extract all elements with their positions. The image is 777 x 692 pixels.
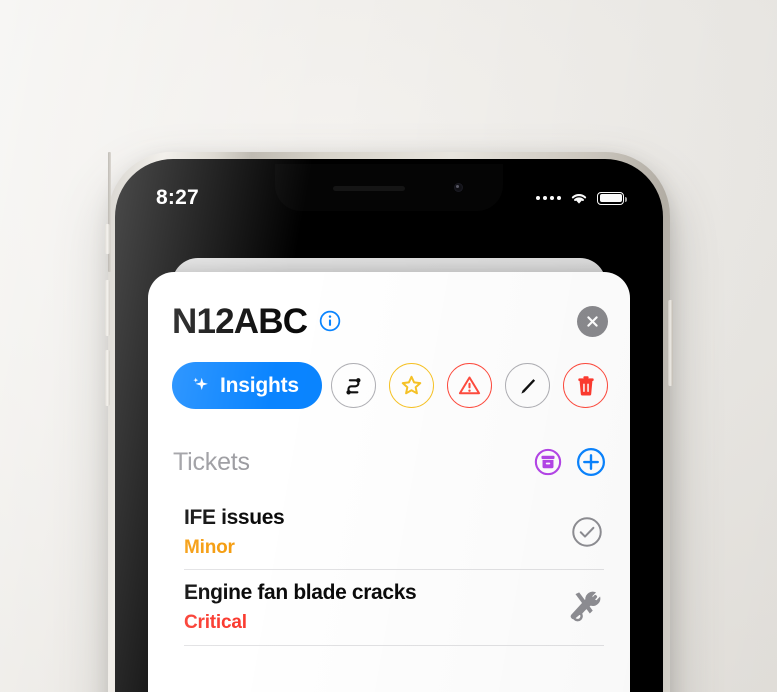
power-button[interactable] xyxy=(668,300,673,386)
close-icon xyxy=(587,315,598,327)
ticket-title: Engine fan blade cracks xyxy=(184,581,417,605)
alert-button[interactable] xyxy=(447,363,492,408)
status-badge: Minor xyxy=(184,536,235,558)
check-circle-icon xyxy=(572,517,602,547)
scene: 8:27 N12ABC Insights Tickets IFE issues … xyxy=(0,0,777,692)
tickets-section-header: Tickets xyxy=(148,409,630,477)
frame-seam xyxy=(108,152,111,272)
route-button[interactable] xyxy=(331,363,376,408)
pencil-icon xyxy=(520,378,535,394)
tools-icon xyxy=(570,591,600,622)
star-icon xyxy=(401,375,422,395)
trash-icon xyxy=(577,375,594,396)
quick-actions xyxy=(331,363,608,408)
table-row[interactable]: Engine fan blade cracks Critical xyxy=(148,570,630,644)
warning-triangle-icon xyxy=(458,376,481,395)
ticket-content: Engine fan blade cracks Critical xyxy=(184,580,554,634)
plus-circle-icon xyxy=(576,447,606,477)
ticket-status[interactable] xyxy=(568,513,606,551)
archive-button[interactable] xyxy=(534,448,562,476)
volume-up-button[interactable] xyxy=(105,280,110,336)
sparkle-icon xyxy=(193,377,208,391)
phone-bezel: 8:27 N12ABC Insights Tickets IFE issues … xyxy=(115,159,663,692)
tickets-section-actions xyxy=(534,447,606,477)
route-path-icon xyxy=(345,377,360,394)
insights-button[interactable]: Insights xyxy=(172,362,322,409)
status-badge: Critical xyxy=(184,612,247,634)
insights-label: Insights xyxy=(220,373,299,397)
signal-dots-icon xyxy=(536,196,561,200)
ticket-title: IFE issues xyxy=(184,506,285,529)
favorite-button[interactable] xyxy=(389,363,434,408)
edit-button[interactable] xyxy=(505,363,550,408)
status-indicators xyxy=(536,191,627,206)
battery-icon xyxy=(597,191,627,205)
phone-screen: 8:27 N12ABC Insights Tickets IFE issues … xyxy=(120,164,658,692)
mute-switch[interactable] xyxy=(105,224,110,254)
tickets-section-title: Tickets xyxy=(173,447,250,476)
phone-device: 8:27 N12ABC Insights Tickets IFE issues … xyxy=(105,152,673,692)
add-ticket-button[interactable] xyxy=(576,447,606,477)
delete-button[interactable] xyxy=(563,363,608,408)
archive-box-icon xyxy=(534,448,562,476)
status-bar: 8:27 xyxy=(120,164,658,222)
ticket-content: IFE issues Minor xyxy=(184,505,554,559)
page-title: N12ABC xyxy=(172,301,308,341)
wifi-icon xyxy=(571,193,587,204)
ticket-status[interactable] xyxy=(568,589,606,627)
status-time: 8:27 xyxy=(156,186,199,209)
action-toolbar: Insights xyxy=(148,344,630,409)
volume-down-button[interactable] xyxy=(105,350,110,406)
info-circle-icon[interactable] xyxy=(319,310,341,332)
close-button[interactable] xyxy=(577,305,608,337)
sheet-header: N12ABC xyxy=(148,298,630,344)
table-row[interactable]: IFE issues Minor xyxy=(148,495,630,569)
ticket-list: IFE issues Minor Engine fan blade cracks… xyxy=(148,477,630,646)
detail-sheet: N12ABC Insights Tickets IFE issues Minor… xyxy=(148,272,630,692)
divider xyxy=(184,644,604,646)
